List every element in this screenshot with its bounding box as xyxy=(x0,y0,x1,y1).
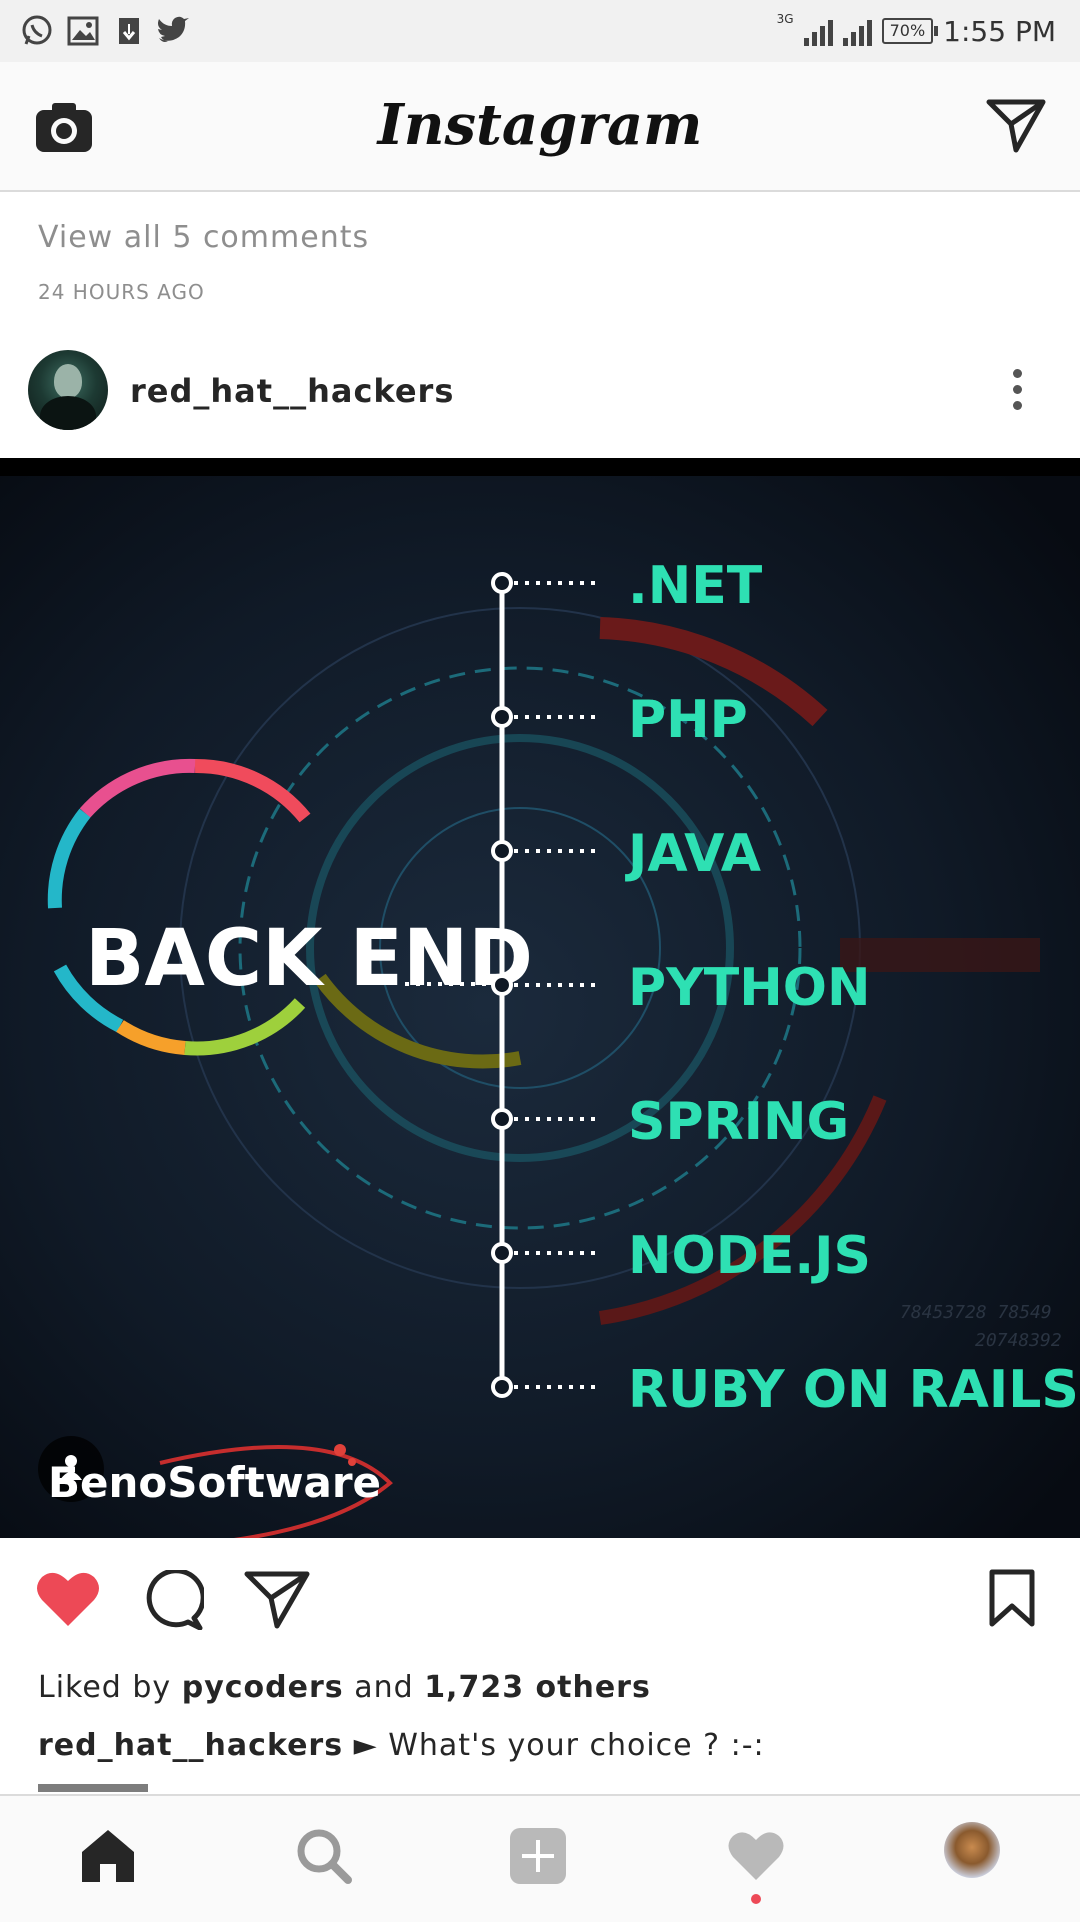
clock: 1:55 PM xyxy=(943,14,1056,48)
status-bar: 3G 70% 1:55 PM xyxy=(0,0,1080,62)
post-author-avatar[interactable] xyxy=(28,350,108,430)
search-icon[interactable] xyxy=(294,1826,354,1886)
likes-summary[interactable]: Liked by pycoders and 1,723 others xyxy=(38,1670,651,1705)
likes-count[interactable]: 1,723 others xyxy=(424,1670,651,1705)
twitter-icon xyxy=(158,16,189,42)
gallery-icon xyxy=(67,16,99,46)
timeline-node xyxy=(491,840,513,862)
caption-username[interactable]: red_hat__hackers xyxy=(38,1728,343,1763)
home-icon[interactable] xyxy=(78,1826,138,1886)
download-icon xyxy=(119,18,139,44)
svg-text:78453728 78549: 78453728 78549 xyxy=(900,1302,1052,1323)
timeline-node xyxy=(491,974,513,996)
app-header: Instagram xyxy=(0,62,1080,192)
direct-message-icon[interactable] xyxy=(986,98,1046,154)
bookmark-icon[interactable] xyxy=(988,1568,1036,1628)
likes-prefix: Liked by xyxy=(38,1670,172,1705)
caption-text: ► What's your choice ? :-: xyxy=(353,1728,765,1763)
tech-label: JAVA xyxy=(625,824,761,884)
timeline-node xyxy=(491,1376,513,1398)
app-title: Instagram xyxy=(377,92,703,158)
network-type: 3G xyxy=(776,12,794,26)
signal-icon xyxy=(803,16,833,46)
signal-icon-2 xyxy=(842,16,872,46)
timeline-node xyxy=(491,1108,513,1130)
like-heart-icon[interactable] xyxy=(34,1568,102,1630)
whatsapp-icon xyxy=(22,15,52,45)
view-all-comments-link[interactable]: View all 5 comments xyxy=(38,220,369,255)
image-brand-label: БenoSoftware xyxy=(48,1458,382,1507)
tech-label: NODE.JS xyxy=(628,1226,871,1286)
svg-text:20748392: 20748392 xyxy=(975,1330,1062,1351)
post-caption: red_hat__hackers ► What's your choice ? … xyxy=(38,1728,765,1763)
battery-indicator: 70% xyxy=(881,18,938,44)
timeline-node xyxy=(491,1242,513,1264)
timeline-node xyxy=(491,572,513,594)
share-icon[interactable] xyxy=(244,1570,310,1630)
tech-label: SPRING xyxy=(628,1092,849,1152)
post-timestamp: 24 HOURS AGO xyxy=(38,280,205,304)
tech-label: PHP xyxy=(628,690,748,750)
activity-icon[interactable] xyxy=(726,1826,786,1886)
profile-avatar[interactable] xyxy=(944,1822,1000,1878)
truncated-text xyxy=(38,1782,158,1792)
post-image[interactable]: BACK END .NET PHP JAVA PYTHON SPRING NODE.JS R… xyxy=(0,458,1080,1538)
comment-icon[interactable] xyxy=(142,1570,204,1630)
tech-label: RUBY ON RAILS xyxy=(628,1360,1079,1420)
timeline-node xyxy=(491,706,513,728)
likes-and: and xyxy=(354,1670,414,1705)
image-headline: BACK END xyxy=(85,914,533,1004)
tech-label: PYTHON xyxy=(628,958,870,1018)
likes-user[interactable]: pycoders xyxy=(182,1670,344,1705)
bottom-navigation xyxy=(0,1794,1080,1922)
post-author-username[interactable]: red_hat__hackers xyxy=(130,372,454,410)
more-options-icon[interactable] xyxy=(1000,365,1034,415)
add-post-icon[interactable] xyxy=(508,1826,568,1886)
activity-notification-dot xyxy=(751,1894,761,1904)
tech-label: .NET xyxy=(628,556,763,616)
status-right-group: 3G 70% 1:55 PM xyxy=(777,10,1056,52)
